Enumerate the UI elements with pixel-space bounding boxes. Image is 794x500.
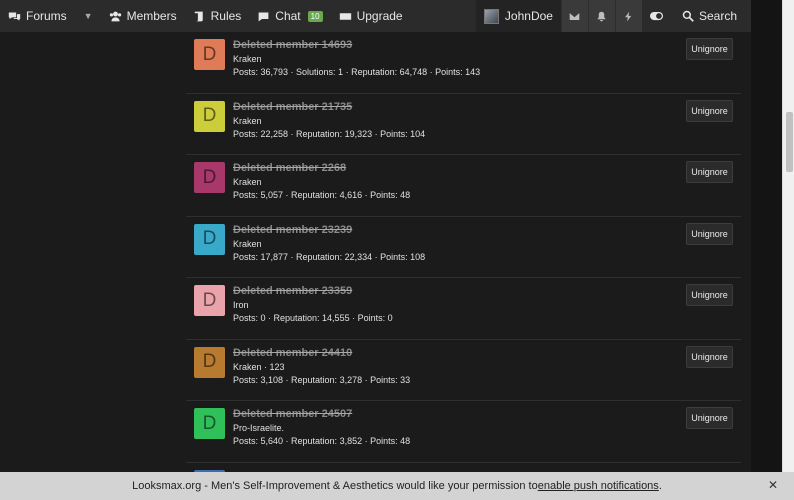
ignored-member-list: D Deleted member 14693 Kraken Posts: 36,… [186,32,741,463]
nav-forums-label: Forums [26,9,67,23]
top-navbar: Forums ▼ Members Rules Chat 10 Upgrade J… [0,0,751,32]
unignore-button[interactable]: Unignore [686,345,733,368]
toggle-icon [650,11,664,21]
list-item: D Deleted member 21735 Kraken Posts: 22,… [186,94,741,155]
member-stats: Posts: 17,877 · Reputation: 22,334 · Poi… [233,251,426,262]
member-stats: Posts: 5,057 · Reputation: 4,616 · Point… [233,190,411,200]
nav-upgrade[interactable]: Upgrade [331,0,411,32]
member-name[interactable]: Deleted member 24410 [233,347,410,359]
chat-icon [258,11,269,21]
list-item: D Deleted member 14693 Kraken Posts: 36,… [186,32,741,94]
member-title: Pro-Israelite. [233,423,285,433]
member-title: Kraken · 123 [233,361,285,372]
list-item: D Deleted member 23239 Kraken Posts: 17,… [186,217,741,278]
member-stats: Posts: 22,258 · Reputation: 19,323 · Poi… [233,128,426,139]
member-name[interactable]: Deleted member 14693 [233,39,480,51]
nav-rules[interactable]: Rules [185,0,250,32]
unignore-button[interactable]: Unignore [686,407,733,429]
avatar[interactable]: D [194,39,225,70]
member-stats: Posts: 36,793 · Solutions: 1 · Reputatio… [233,67,481,77]
member-name[interactable]: Deleted member 23239 [233,224,425,236]
chat-count-badge: 10 [307,10,323,22]
unignore-button[interactable]: Unignore [686,284,733,306]
member-info: Deleted member 21735 Kraken Posts: 22,25… [233,101,425,139]
member-title: Kraken [233,54,262,64]
close-icon[interactable]: ✕ [768,478,778,492]
users-icon [109,11,121,21]
search-icon [682,10,694,22]
nav-chat[interactable]: Chat 10 [249,0,330,32]
unignore-button[interactable]: Unignore [686,222,733,245]
push-notification-notice: Looksmax.org - Men's Self-Improvement & … [0,472,794,500]
list-item: D Deleted member 2268 Kraken Posts: 5,05… [186,155,741,217]
search-button[interactable]: Search [672,0,751,32]
comments-icon [8,11,21,21]
member-stats: Posts: 3,108 · Reputation: 3,278 · Point… [233,374,411,385]
notice-text: Looksmax.org - Men's Self-Improvement & … [132,480,538,492]
nav-right-group: JohnDoe Search [475,0,751,32]
chevron-down-icon[interactable]: ▼ [84,11,93,21]
avatar[interactable]: D [194,162,225,193]
unignore-button[interactable]: Unignore [686,99,733,122]
list-item: D Deleted member 24410 Kraken · 123 Post… [186,340,741,401]
member-info: Deleted member 14693 Kraken Posts: 36,79… [233,39,480,77]
member-info: Deleted member 23239 Kraken Posts: 17,87… [233,224,425,262]
scrollbar-thumb[interactable] [786,112,793,172]
search-label: Search [698,9,737,23]
bell-icon [597,11,607,21]
member-info: Deleted member 2268 Kraken Posts: 5,057 … [233,162,410,200]
bolt-icon [625,11,632,21]
notice-end: . [658,480,662,492]
nav-forums[interactable]: Forums ▼ [0,0,101,32]
member-name[interactable]: Deleted member 2268 [233,162,410,174]
nav-members[interactable]: Members [101,0,185,32]
side-strip [751,0,782,500]
whats-new-button[interactable] [614,0,642,32]
username: JohnDoe [504,9,553,23]
envelope-icon [570,12,580,20]
nav-upgrade-label: Upgrade [356,9,403,23]
member-title: Kraken [233,177,262,187]
avatar[interactable]: D [194,223,225,255]
avatar[interactable]: D [194,285,225,316]
credit-card-icon [339,12,351,20]
scroll-icon [194,11,203,21]
inbox-button[interactable] [560,0,588,32]
unignore-button[interactable]: Unignore [686,38,733,60]
enable-push-link[interactable]: enable push notifications [538,480,659,492]
member-stats: Posts: 5,640 · Reputation: 3,852 · Point… [233,436,411,446]
member-name[interactable]: Deleted member 23359 [233,285,393,297]
unignore-button[interactable]: Unignore [686,161,733,183]
member-title: Kraken [233,238,262,249]
user-menu[interactable]: JohnDoe [475,0,561,32]
member-title: Kraken [233,115,262,126]
nav-chat-label: Chat [275,9,301,23]
member-info: Deleted member 23359 Iron Posts: 0 · Rep… [233,285,393,323]
nav-members-label: Members [126,9,177,23]
alerts-button[interactable] [587,0,615,32]
avatar[interactable]: D [194,346,225,378]
member-title: Iron [233,300,249,310]
avatar [483,8,499,24]
avatar[interactable]: D [194,100,225,132]
member-info: Deleted member 24507 Pro-Israelite. Post… [233,408,410,446]
avatar[interactable]: D [194,408,225,439]
member-stats: Posts: 0 · Reputation: 14,555 · Points: … [233,313,393,323]
list-item: D Deleted member 24507 Pro-Israelite. Po… [186,401,741,463]
scrollbar[interactable] [782,0,794,500]
style-toggle[interactable] [642,0,672,32]
member-info: Deleted member 24410 Kraken · 123 Posts:… [233,347,410,385]
list-item: D Deleted member 23359 Iron Posts: 0 · R… [186,278,741,340]
member-name[interactable]: Deleted member 21735 [233,101,425,113]
member-name[interactable]: Deleted member 24507 [233,408,410,420]
nav-rules-label: Rules [210,9,242,23]
